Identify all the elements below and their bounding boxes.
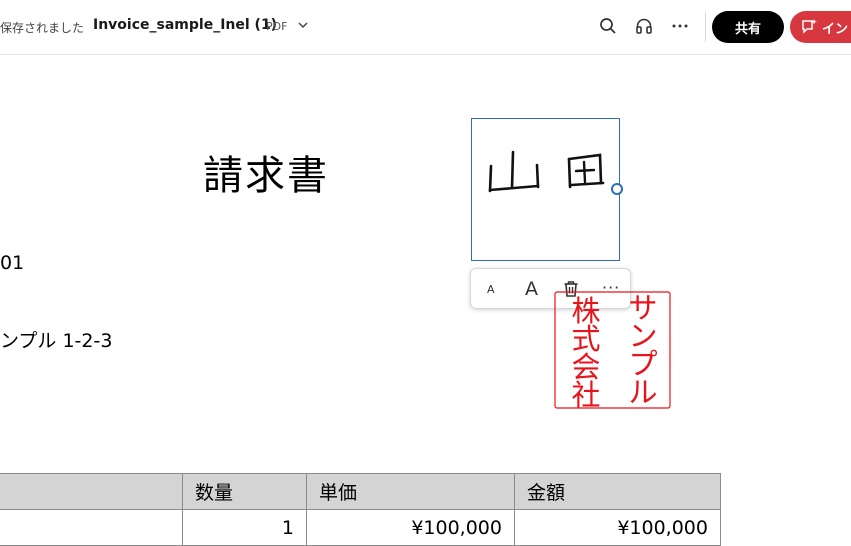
svg-text:社: 社 bbox=[571, 378, 600, 409]
resize-handle[interactable] bbox=[611, 183, 623, 195]
table-header-item bbox=[0, 473, 183, 510]
table-header-quantity: 数量 bbox=[182, 473, 307, 510]
signature-box[interactable] bbox=[471, 118, 620, 261]
table-cell-unit-price: ¥100,000 bbox=[306, 509, 515, 546]
document-heading: 請求書 bbox=[203, 153, 329, 199]
table-cell-item bbox=[0, 509, 183, 546]
table-row: 1 ¥100,000 ¥100,000 bbox=[0, 509, 721, 546]
decrease-font-size-button[interactable]: A bbox=[487, 283, 495, 296]
invoice-table: 数量 単価 金額 1 ¥100,000 ¥100,000 bbox=[0, 473, 721, 546]
document-address-text: ンプル 1-2-3 bbox=[0, 330, 113, 352]
save-status: 保存されました bbox=[0, 21, 85, 35]
document-title[interactable]: Invoice_sample_Inel (1) bbox=[93, 17, 277, 33]
handwritten-signature bbox=[488, 150, 605, 193]
document-type-badge: PDF bbox=[266, 20, 288, 33]
search-icon[interactable] bbox=[598, 16, 618, 36]
svg-text:ル: ル bbox=[628, 375, 657, 409]
table-header-amount: 金額 bbox=[514, 473, 721, 510]
document-number-text: 01 bbox=[0, 252, 25, 274]
table-header-unit-price: 単価 bbox=[306, 473, 515, 510]
invite-button[interactable]: イン bbox=[790, 11, 851, 43]
share-button[interactable]: 共有 bbox=[712, 11, 784, 43]
chat-sparkle-icon bbox=[802, 19, 817, 34]
table-cell-amount: ¥100,000 bbox=[514, 509, 721, 546]
table-header-row: 数量 単価 金額 bbox=[0, 473, 721, 510]
company-seal: サ ン プ ル 株 式 会 社 bbox=[554, 291, 671, 409]
top-toolbar: 保存されました Invoice_sample_Inel (1) PDF 共有 イ… bbox=[0, 0, 851, 55]
more-options-icon[interactable] bbox=[670, 16, 690, 36]
headphones-icon[interactable] bbox=[634, 16, 654, 36]
chevron-down-icon[interactable] bbox=[296, 18, 310, 32]
table-cell-quantity: 1 bbox=[182, 509, 307, 546]
invite-button-label: イン bbox=[822, 21, 849, 37]
toolbar-divider bbox=[705, 12, 706, 42]
increase-font-size-button[interactable]: A bbox=[525, 278, 538, 300]
